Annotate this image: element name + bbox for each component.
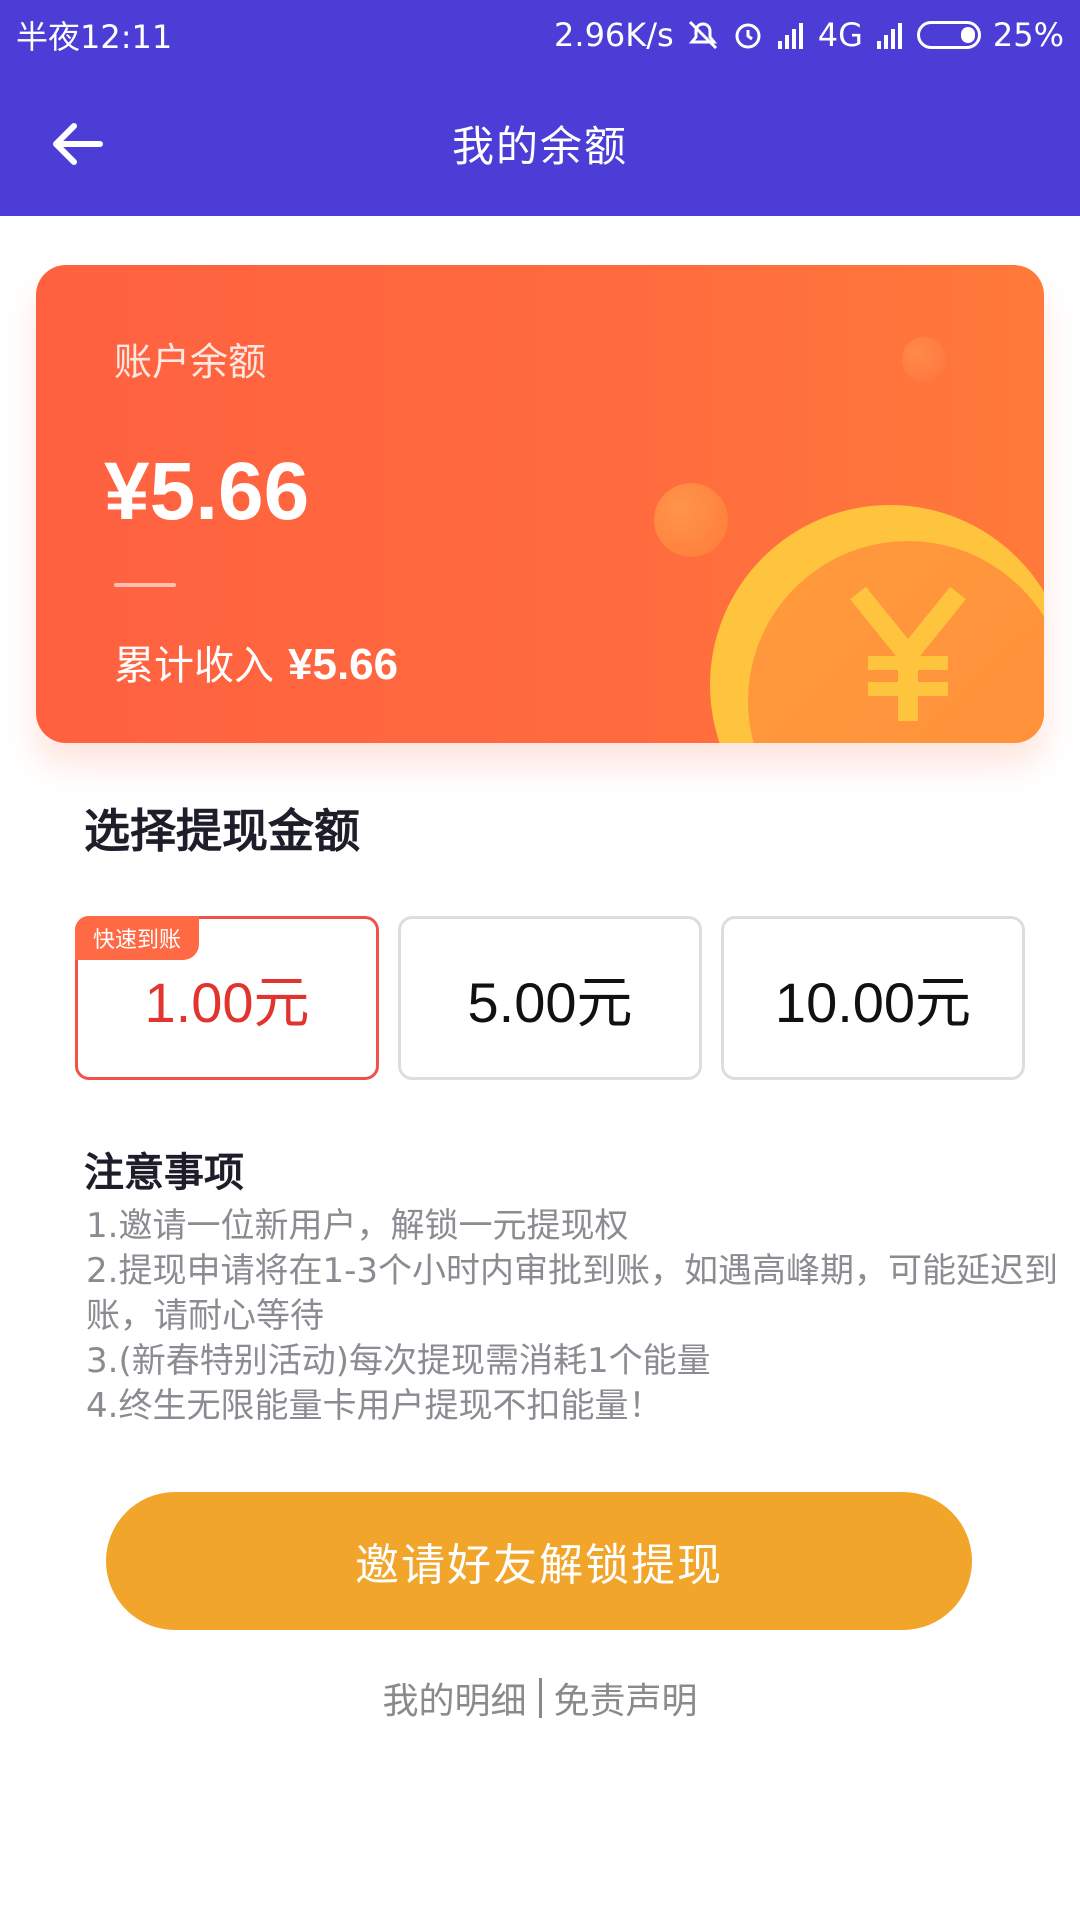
balance-divider	[114, 583, 176, 587]
decor-coin-tiny	[902, 337, 946, 381]
page-title: 我的余额	[451, 121, 628, 171]
cumulative-label: 累计收入	[114, 643, 274, 689]
amount-option-5[interactable]: 5.00元	[398, 916, 702, 1080]
disclaimer-link[interactable]: 免责声明	[554, 1672, 698, 1724]
invite-unlock-button[interactable]: 邀请好友解锁提现	[106, 1492, 972, 1630]
fast-arrival-badge: 快速到账	[75, 916, 200, 960]
network-speed: 2.96K/s	[554, 16, 674, 54]
amount-option-label: 10.00元	[774, 970, 972, 1034]
note-item: 2.提现申请将在1-3个小时内审批到账，如遇高峰期，可能延迟到账，请耐心等待	[86, 1251, 1058, 1336]
arrow-left-icon	[53, 123, 103, 165]
footer-separator	[538, 1678, 542, 1718]
signal-icon-2	[875, 21, 905, 49]
battery-icon	[916, 21, 981, 49]
balance-label: 账户余额	[114, 340, 267, 384]
cumulative-income: 累计收入 ¥5.66	[114, 633, 398, 691]
back-button[interactable]	[48, 114, 108, 174]
note-item: 4.终生无限能量卡用户提现不扣能量！	[86, 1386, 663, 1426]
amount-option-10[interactable]: 10.00元	[721, 916, 1025, 1080]
notes-title: 注意事项	[84, 1150, 244, 1196]
mute-icon	[686, 20, 720, 50]
note-item: 3.(新春特别活动)每次提现需消耗1个能量	[86, 1341, 711, 1381]
battery-percent: 25%	[992, 16, 1064, 54]
amount-option-1[interactable]: 快速到账 1.00元	[75, 916, 379, 1080]
footer-links: 我的明细 免责声明	[0, 1672, 1080, 1724]
withdraw-section-title: 选择提现金额	[84, 804, 360, 858]
alarm-icon	[732, 19, 764, 51]
network-type: 4G	[817, 16, 863, 54]
decor-coin-small	[654, 483, 728, 557]
signal-icon	[776, 21, 806, 49]
status-time: 半夜12:11	[16, 18, 173, 56]
balance-card: 账户余额 ¥5.66 累计收入 ¥5.66	[36, 265, 1044, 743]
yen-icon	[850, 586, 966, 721]
cumulative-value: ¥5.66	[288, 640, 399, 689]
notes-list: 1.邀请一位新用户，解锁一元提现权 2.提现申请将在1-3个小时内审批到账，如遇…	[86, 1204, 1066, 1429]
balance-amount: ¥5.66	[104, 446, 310, 537]
app-header: 我的余额	[0, 70, 1080, 216]
status-right: 2.96K/s 4G 25%	[554, 16, 1064, 54]
amount-option-label: 1.00元	[144, 970, 310, 1034]
amount-option-label: 5.00元	[467, 970, 633, 1034]
note-item: 1.邀请一位新用户，解锁一元提现权	[86, 1206, 629, 1246]
status-bar: 半夜12:11 2.96K/s 4G 25%	[0, 0, 1080, 70]
details-link[interactable]: 我的明细	[382, 1672, 526, 1724]
